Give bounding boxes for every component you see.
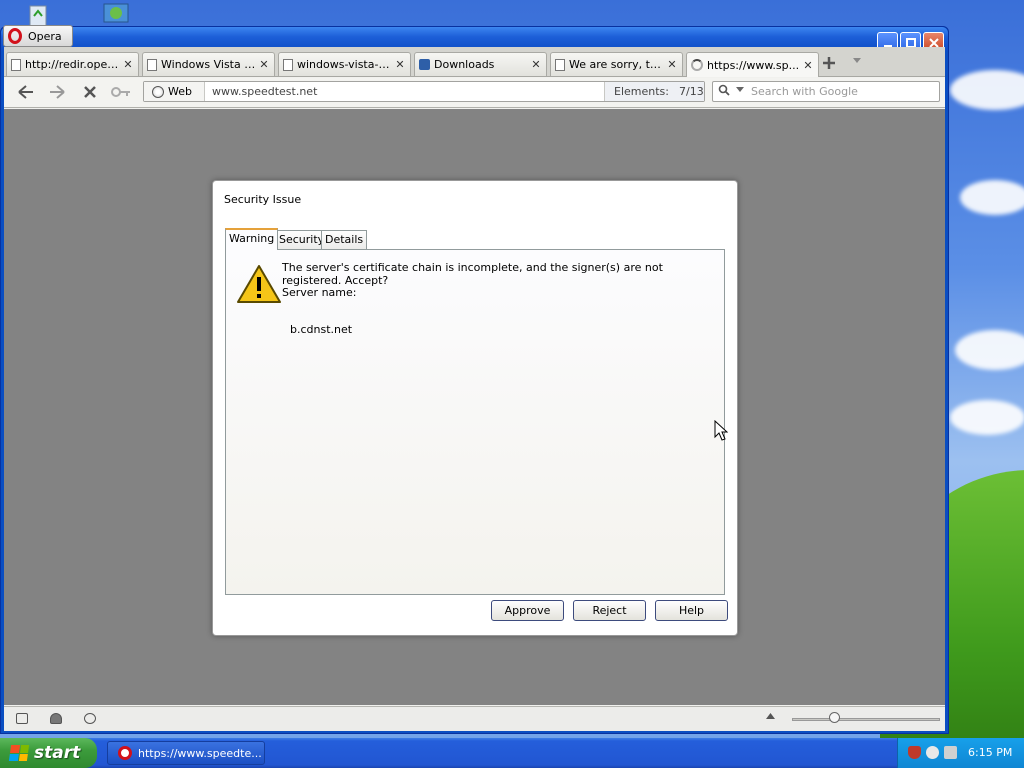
opera-menu-button[interactable]: Opera xyxy=(3,25,73,47)
tab-details[interactable]: Details xyxy=(321,230,368,249)
security-shield-icon[interactable] xyxy=(908,746,921,759)
security-issue-dialog: Security Issue Warning Security Details … xyxy=(212,180,738,636)
elements-label: Elements: xyxy=(614,85,669,98)
tab-we-are-sorry[interactable]: We are sorry, th... ✕ xyxy=(550,52,683,76)
back-arrow-icon xyxy=(18,85,33,99)
cloud xyxy=(955,330,1024,370)
address-bar[interactable]: Web www.speedtest.net Elements: 7/13 xyxy=(143,81,705,102)
page-icon xyxy=(147,58,157,71)
taskbar-item-opera[interactable]: https://www.speedte... xyxy=(107,741,265,765)
stop-x-icon xyxy=(84,86,96,98)
chevron-down-icon xyxy=(853,58,861,63)
tab-label: https://www.sp... xyxy=(707,58,800,72)
key-icon xyxy=(111,87,130,97)
reject-button[interactable]: Reject xyxy=(573,600,646,621)
page-icon xyxy=(11,58,21,71)
volume-icon[interactable] xyxy=(944,746,957,759)
navigation-bar: Web www.speedtest.net Elements: 7/13 Sea… xyxy=(4,78,945,108)
tab-label: Windows Vista Ul... xyxy=(161,58,257,71)
panel-toggle-icon[interactable] xyxy=(16,713,28,724)
tab-close-icon[interactable]: ✕ xyxy=(393,58,407,71)
dialog-title: Security Issue xyxy=(224,193,302,206)
cloud xyxy=(960,180,1024,215)
tab-redir[interactable]: http://redir.oper... ✕ xyxy=(6,52,139,76)
tab-label: http://redir.oper... xyxy=(25,58,121,71)
plus-icon xyxy=(823,57,835,69)
page-icon xyxy=(283,58,293,71)
status-bar xyxy=(4,706,945,731)
stop-button[interactable] xyxy=(83,85,97,103)
clock[interactable]: 6:15 PM xyxy=(968,746,1012,759)
opera-menu-label: Opera xyxy=(28,29,62,43)
opera-icon xyxy=(118,746,132,760)
tab-label: Downloads xyxy=(434,58,495,71)
tab-windows-vista-ui[interactable]: Windows Vista Ul... ✕ xyxy=(142,52,275,76)
zoom-slider[interactable] xyxy=(792,718,940,721)
cloud xyxy=(950,400,1024,435)
start-button[interactable]: start xyxy=(0,738,97,768)
tab-strip: http://redir.oper... ✕ Windows Vista Ul.… xyxy=(4,47,945,77)
tab-label: We are sorry, th... xyxy=(569,58,665,71)
certificate-message: The server's certificate chain is incomp… xyxy=(282,261,663,287)
tab-close-icon[interactable]: ✕ xyxy=(121,58,135,71)
taskbar: start https://www.speedte... 6:15 PM xyxy=(0,738,1024,768)
mouse-cursor-icon xyxy=(714,419,729,445)
minimize-icon xyxy=(883,44,892,47)
tab-close-icon[interactable]: ✕ xyxy=(529,58,543,71)
windows-flag-icon xyxy=(8,745,30,761)
tab-menu-button[interactable] xyxy=(853,57,861,67)
cloud xyxy=(950,70,1024,110)
taskbar-item-label: https://www.speedte... xyxy=(138,746,262,760)
server-name-value: b.cdnst.net xyxy=(290,323,353,336)
tab-downloads[interactable]: Downloads ✕ xyxy=(414,52,547,76)
close-icon xyxy=(928,37,939,48)
download-icon xyxy=(419,59,430,70)
opera-logo-icon xyxy=(8,28,22,44)
tab-warning[interactable]: Warning xyxy=(225,228,279,250)
forward-arrow-icon xyxy=(50,85,65,99)
tab-label: windows-vista-ul... xyxy=(297,58,393,71)
warning-panel: The server's certificate chain is incomp… xyxy=(225,249,725,595)
start-label: start xyxy=(34,743,81,763)
search-engine-dropdown-icon[interactable] xyxy=(736,87,744,95)
help-button[interactable]: Help xyxy=(655,600,728,621)
url-text[interactable]: www.speedtest.net xyxy=(212,85,317,98)
opera-unite-cloud-icon[interactable] xyxy=(50,713,62,724)
server-name-label: Server name: xyxy=(282,286,357,299)
elements-count: 7/13 xyxy=(678,85,704,98)
wand-key-button[interactable] xyxy=(111,85,131,103)
tab-close-icon[interactable]: ✕ xyxy=(665,58,679,71)
search-placeholder: Search with Google xyxy=(751,85,858,98)
system-tray: 6:15 PM xyxy=(897,738,1024,768)
new-tab-button[interactable] xyxy=(822,54,836,75)
page-icon xyxy=(555,58,565,71)
tab-close-icon[interactable]: ✕ xyxy=(801,59,815,72)
web-label: Web xyxy=(168,85,192,98)
turbo-speedometer-icon[interactable] xyxy=(84,713,96,724)
loading-icon xyxy=(691,59,703,71)
back-button[interactable] xyxy=(18,85,34,103)
warning-triangle-icon xyxy=(236,264,282,307)
approve-button[interactable]: Approve xyxy=(491,600,564,621)
search-icon xyxy=(718,84,730,99)
forward-button[interactable] xyxy=(49,85,65,103)
search-field[interactable]: Search with Google xyxy=(712,81,940,102)
tab-close-icon[interactable]: ✕ xyxy=(257,58,271,71)
globe-icon xyxy=(152,85,164,98)
web-badge[interactable]: Web xyxy=(144,82,205,101)
network-places-icon[interactable] xyxy=(100,0,132,28)
elements-indicator[interactable]: Elements: 7/13 xyxy=(604,82,704,101)
tab-speedtest-active[interactable]: https://www.sp... ✕ xyxy=(686,52,819,77)
network-icon[interactable] xyxy=(926,746,939,759)
tab-windows-vista-ul[interactable]: windows-vista-ul... ✕ xyxy=(278,52,411,76)
view-menu-icon[interactable] xyxy=(766,712,775,722)
zoom-slider-handle[interactable] xyxy=(829,712,840,723)
maximize-icon xyxy=(905,37,916,48)
